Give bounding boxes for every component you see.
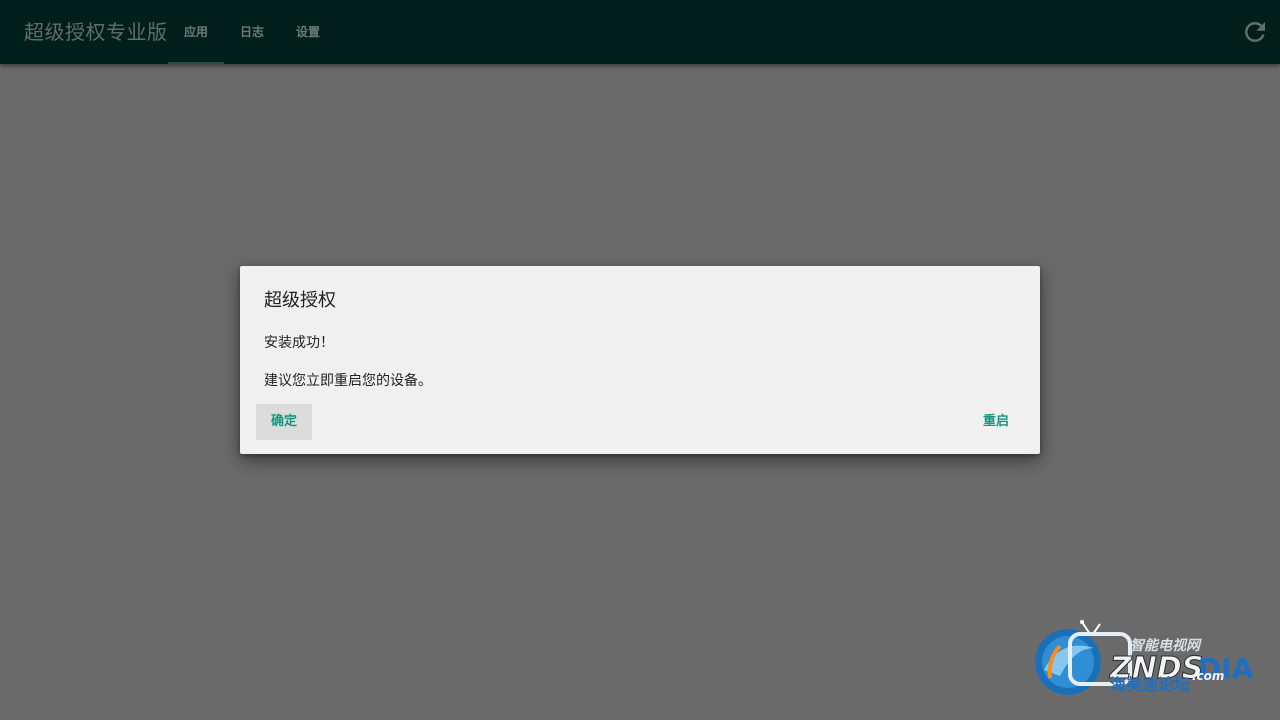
tab-settings[interactable]: 设置	[280, 0, 336, 64]
install-success-dialog: 超级授权 安装成功！ 建议您立即重启您的设备。 确定 重启	[240, 266, 1040, 454]
dialog-message-success: 安装成功！	[264, 335, 334, 351]
refresh-icon	[1245, 22, 1265, 42]
tab-apps[interactable]: 应用	[168, 0, 224, 64]
refresh-button[interactable]	[1240, 17, 1270, 47]
app-bar: 超级授权专业版 应用 日志 设置	[0, 0, 1280, 64]
watermark-suffix: .com	[1192, 669, 1224, 683]
znds-logo-icon: 智能电视网 ZNDS DIA .com 海美迪论坛	[1035, 620, 1254, 695]
dialog-message-suggestion: 建议您立即重启您的设备。	[264, 373, 432, 389]
watermark-bottom-text: 海美迪论坛	[1110, 675, 1190, 694]
app-title: 超级授权专业版	[24, 20, 168, 44]
tab-logs[interactable]: 日志	[224, 0, 280, 64]
restart-button[interactable]: 重启	[968, 404, 1024, 440]
confirm-button[interactable]: 确定	[256, 404, 312, 440]
dialog-title: 超级授权	[264, 290, 336, 311]
tab-bar: 应用 日志 设置	[168, 0, 336, 64]
znds-watermark-logo: 智能电视网 ZNDS DIA .com 海美迪论坛	[1030, 618, 1275, 716]
